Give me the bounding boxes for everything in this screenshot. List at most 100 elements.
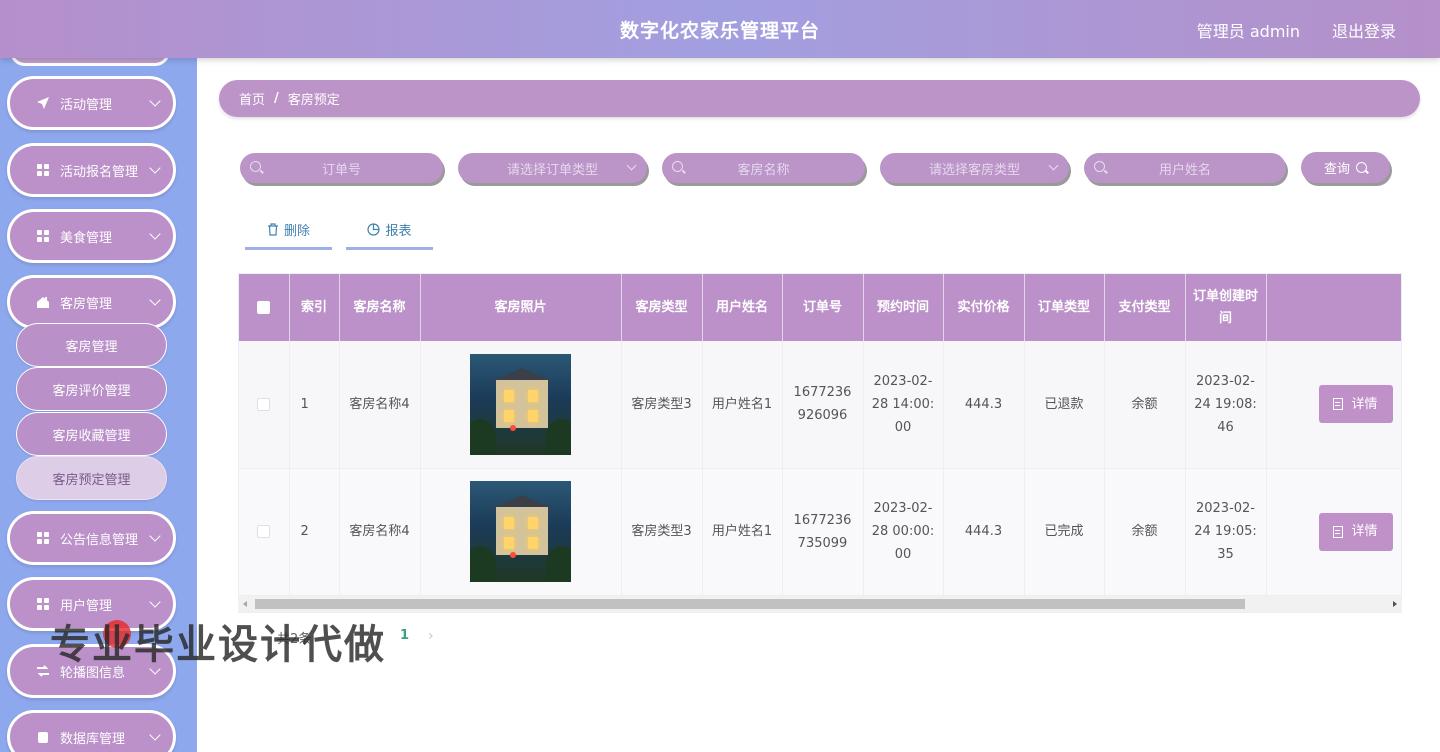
report-button[interactable]: 报表 xyxy=(346,212,433,250)
chevron-down-icon xyxy=(149,162,161,174)
delete-button[interactable]: 删除 xyxy=(245,212,332,250)
cell-created-time: 2023-02-24 19:08:46 xyxy=(1185,341,1267,469)
sidebar-item-label: 公告信息管理 xyxy=(60,532,139,548)
column-header: 订单类型 xyxy=(1024,274,1105,341)
row-checkbox[interactable] xyxy=(257,525,271,538)
table-row: 2 客房名称4 客房类型3 用户姓名1 1677236735099 2023-0… xyxy=(239,468,1401,596)
detail-button[interactable]: 详情 xyxy=(1318,512,1393,551)
cell-pay-type: 余额 xyxy=(1104,468,1186,596)
chevron-down-icon xyxy=(149,729,161,741)
table-header-row: 索引 客房名称 客房照片 客房类型 用户姓名 订单号 预约时间 实付价格 订单类… xyxy=(239,274,1401,341)
pie-chart-icon xyxy=(367,223,381,236)
sidebar-item-activity[interactable]: 活动管理 xyxy=(7,76,176,130)
room-photo xyxy=(470,353,571,455)
column-header: 支付类型 xyxy=(1104,274,1186,341)
scroll-right-icon[interactable] xyxy=(1393,601,1397,607)
search-icon xyxy=(672,161,683,172)
breadcrumb-home[interactable]: 首页 xyxy=(239,89,265,108)
cell-actions: 详情 xyxy=(1266,341,1401,469)
select-all-cell[interactable] xyxy=(239,274,290,341)
grid-icon xyxy=(36,531,50,545)
column-header: 客房照片 xyxy=(420,274,622,341)
cell-actions: 详情 xyxy=(1266,468,1401,596)
order-type-select[interactable]: 请选择订单类型 xyxy=(458,153,647,183)
sidebar-item-database[interactable]: 数据库管理 xyxy=(7,710,176,752)
user-name-input[interactable]: 用户姓名 xyxy=(1084,153,1286,183)
cell-room-photo xyxy=(420,341,622,469)
table-row: 1 客房名称4 客房类型3 用户姓名1 1677236926096 2023-0… xyxy=(239,341,1401,469)
sidebar-item-rooms[interactable]: 客房管理 xyxy=(7,275,176,329)
pagination-next-button[interactable]: › xyxy=(428,628,434,644)
row-select-cell[interactable] xyxy=(239,341,290,469)
row-checkbox[interactable] xyxy=(257,397,271,411)
document-icon xyxy=(1333,525,1344,538)
detail-button[interactable]: 详情 xyxy=(1318,385,1393,424)
cell-room-name: 客房名称4 xyxy=(339,468,421,596)
query-button[interactable]: 查询 xyxy=(1301,152,1390,183)
row-select-cell[interactable] xyxy=(239,468,290,596)
user-name-placeholder: 用户姓名 xyxy=(1158,162,1211,178)
sidebar-item-label: 数据库管理 xyxy=(60,731,126,747)
room-type-select[interactable]: 请选择客房类型 xyxy=(880,153,1069,183)
submenu-item-room-favorites[interactable]: 客房收藏管理 xyxy=(16,412,167,456)
cell-booking-time: 2023-02-28 00:00:00 xyxy=(863,468,944,596)
order-number-input[interactable]: 订单号 xyxy=(240,153,443,183)
delete-button-label: 删除 xyxy=(283,224,310,239)
sidebar-item-label: 客房管理 xyxy=(60,296,113,312)
horizontal-scrollbar[interactable] xyxy=(238,596,1402,612)
submenu-item-room-bookings[interactable]: 客房预定管理 xyxy=(16,456,167,500)
bookings-table: 索引 客房名称 客房照片 客房类型 用户姓名 订单号 预约时间 实付价格 订单类… xyxy=(238,273,1402,613)
breadcrumb-separator: / xyxy=(274,91,279,106)
grid-icon xyxy=(36,163,50,177)
room-photo xyxy=(470,481,571,582)
sidebar-item-food[interactable]: 美食管理 xyxy=(7,209,176,263)
cell-index: 2 xyxy=(289,468,340,596)
cell-user-name: 用户姓名1 xyxy=(702,468,783,596)
scrollbar-thumb[interactable] xyxy=(255,599,1245,609)
submenu-item-room-management[interactable]: 客房管理 xyxy=(16,323,167,367)
cell-price: 444.3 xyxy=(943,341,1025,469)
cell-pay-type: 余额 xyxy=(1104,341,1186,469)
send-icon xyxy=(36,96,50,110)
submenu-item-room-reviews[interactable]: 客房评价管理 xyxy=(16,367,167,411)
column-header: 用户姓名 xyxy=(702,274,783,341)
column-header: 索引 xyxy=(289,274,340,341)
room-name-input[interactable]: 客房名称 xyxy=(662,153,865,183)
column-header-actions xyxy=(1266,274,1401,341)
breadcrumb: 首页 / 客房预定 xyxy=(219,80,1420,117)
sidebar-item-activity-signup[interactable]: 活动报名管理 xyxy=(7,143,176,197)
cell-order-type: 已完成 xyxy=(1024,468,1105,596)
chevron-down-icon xyxy=(149,228,161,240)
cell-room-type: 客房类型3 xyxy=(621,468,703,596)
cell-user-name: 用户姓名1 xyxy=(702,341,783,469)
cell-order-number: 1677236926096 xyxy=(782,341,864,469)
sidebar-item-label: 活动管理 xyxy=(60,97,113,113)
grid-icon xyxy=(36,229,50,243)
cell-created-time: 2023-02-24 19:05:35 xyxy=(1185,468,1267,596)
watermark-text: 专业毕业设计代做 xyxy=(50,622,386,668)
chevron-down-icon xyxy=(149,596,161,608)
scroll-left-icon[interactable] xyxy=(243,601,247,607)
sidebar-item-partial[interactable] xyxy=(10,58,170,66)
column-header: 预约时间 xyxy=(863,274,944,341)
pagination-page-1[interactable]: 1 xyxy=(400,628,409,643)
column-header: 客房类型 xyxy=(621,274,703,341)
sidebar-item-notices[interactable]: 公告信息管理 xyxy=(7,511,176,565)
chevron-up-icon xyxy=(149,294,161,306)
search-icon xyxy=(1356,162,1367,173)
detail-button-label: 详情 xyxy=(1351,396,1378,412)
search-icon xyxy=(250,161,261,172)
logout-button[interactable]: 退出登录 xyxy=(1332,18,1396,42)
query-button-label: 查询 xyxy=(1323,162,1350,177)
document-icon xyxy=(1333,398,1344,411)
cell-room-photo xyxy=(420,468,622,596)
sidebar-item-label: 活动报名管理 xyxy=(60,164,139,180)
select-all-checkbox[interactable] xyxy=(257,300,271,314)
detail-button-label: 详情 xyxy=(1351,524,1378,539)
sidebar-item-label: 用户管理 xyxy=(60,598,113,614)
column-header: 订单创建时间 xyxy=(1185,274,1267,341)
breadcrumb-current: 客房预定 xyxy=(287,93,340,108)
cell-order-number: 1677236735099 xyxy=(782,468,864,596)
cell-price: 444.3 xyxy=(943,468,1025,596)
chevron-down-icon xyxy=(149,530,161,542)
